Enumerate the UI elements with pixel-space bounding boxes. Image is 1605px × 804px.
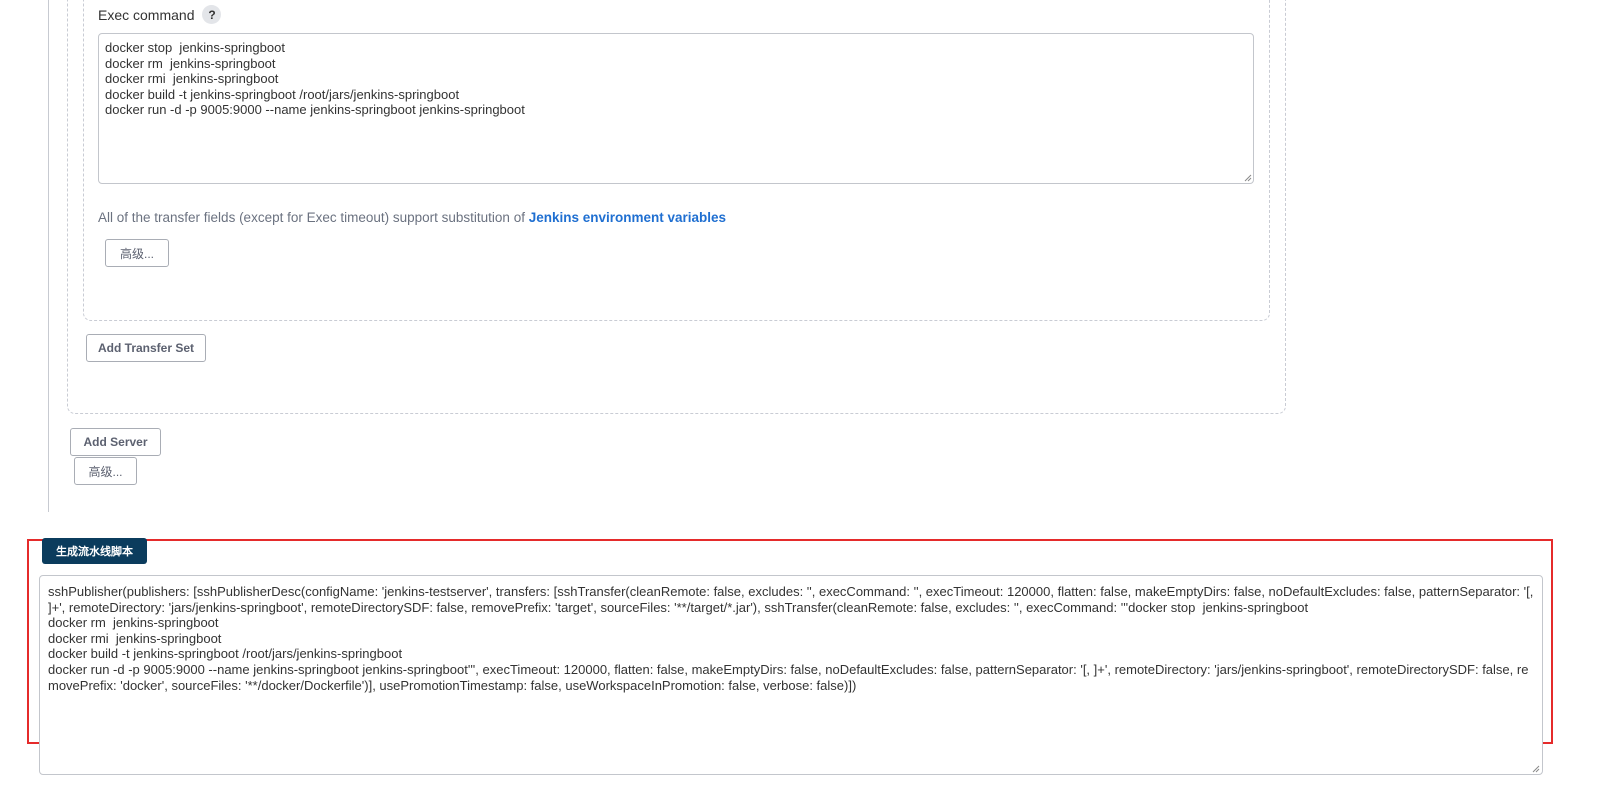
jenkins-env-variables-link[interactable]: Jenkins environment variables — [529, 210, 726, 225]
exec-command-label: Exec command ? — [98, 5, 222, 24]
transfer-advanced-button[interactable]: 高级... — [105, 239, 169, 267]
add-server-button[interactable]: Add Server — [70, 428, 161, 456]
add-transfer-set-button[interactable]: Add Transfer Set — [86, 334, 206, 362]
env-note-text: All of the transfer fields (except for E… — [98, 210, 529, 225]
exec-command-label-text: Exec command — [98, 6, 195, 23]
help-icon[interactable]: ? — [202, 5, 222, 24]
exec-command-textarea[interactable]: docker stop jenkins-springboot docker rm… — [98, 33, 1254, 184]
section-left-rule — [48, 0, 49, 512]
script-resize-handle-icon[interactable] — [1532, 765, 1540, 773]
generated-script-textarea[interactable]: sshPublisher(publishers: [sshPublisherDe… — [39, 575, 1543, 775]
jenkins-snippet-generator: Exec command ? docker stop jenkins-sprin… — [0, 0, 1605, 804]
server-advanced-button[interactable]: 高级... — [74, 457, 137, 485]
env-variables-note: All of the transfer fields (except for E… — [98, 210, 726, 225]
generate-pipeline-script-button[interactable]: 生成流水线脚本 — [42, 538, 147, 564]
resize-handle-icon[interactable] — [1244, 174, 1252, 182]
